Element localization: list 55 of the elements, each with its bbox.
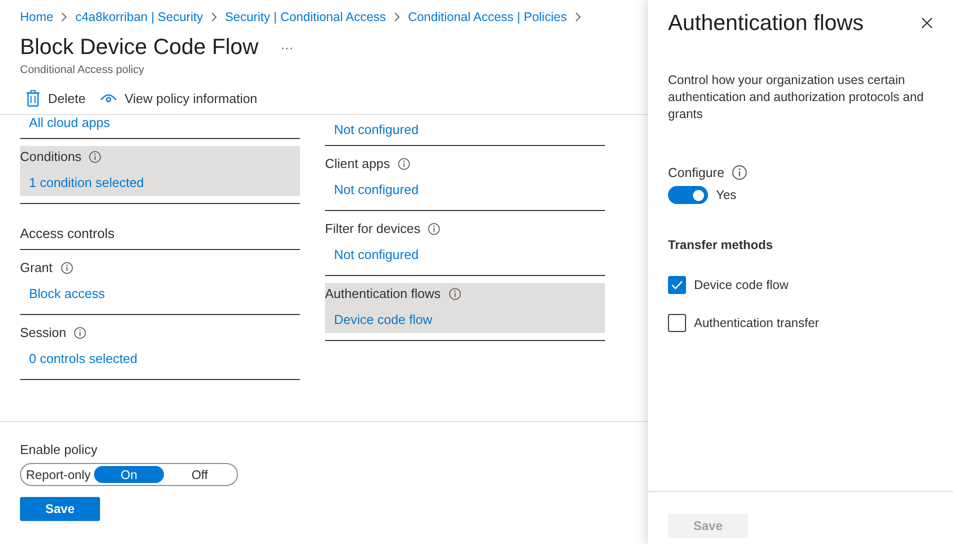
- section-title: Transfer methods: [668, 238, 774, 252]
- setting-label: Grant: [20, 260, 53, 275]
- breadcrumb-link[interactable]: Security | Conditional Access: [224, 10, 386, 24]
- section-heading: Access controls: [20, 226, 115, 241]
- checkmark-icon: [671, 280, 683, 290]
- chevron-icon: [59, 12, 70, 22]
- setting-link[interactable]: 1 condition selected: [29, 175, 144, 190]
- save-button[interactable]: Save: [20, 497, 100, 521]
- checkbox-label: Authentication transfer: [694, 316, 820, 330]
- toggle-switch[interactable]: [668, 186, 708, 204]
- setting-label: Client apps: [325, 156, 390, 171]
- setting-link[interactable]: Not configured: [334, 182, 419, 197]
- segment-option[interactable]: On: [94, 466, 164, 483]
- setting-label: Conditions: [20, 149, 82, 164]
- breadcrumb-link[interactable]: Conditional Access | Policies: [408, 10, 567, 24]
- breadcrumb-link[interactable]: Home: [20, 10, 54, 24]
- breadcrumb-link[interactable]: c4a8korriban | Security: [75, 10, 203, 24]
- page-subtitle: Conditional Access policy: [19, 63, 146, 76]
- setting-link[interactable]: Block access: [29, 286, 105, 301]
- view-button[interactable]: View policy information: [100, 90, 258, 107]
- close-icon: [919, 15, 935, 31]
- checkbox-label: Device code flow: [694, 278, 788, 292]
- more-button[interactable]: ···: [280, 40, 294, 54]
- trash-icon: [26, 90, 40, 107]
- chevron-icon: [392, 12, 402, 22]
- chevron-icon: [208, 12, 219, 22]
- segment-option[interactable]: Report-only: [23, 466, 94, 483]
- page-title: Block Device Code Flow: [20, 34, 258, 60]
- info-icon[interactable]: [732, 165, 748, 180]
- setting-link[interactable]: Device code flow: [334, 312, 432, 327]
- info-icon[interactable]: [89, 150, 102, 162]
- checkbox[interactable]: [668, 276, 686, 294]
- setting-label: Filter for devices: [325, 221, 420, 236]
- info-icon[interactable]: [60, 262, 73, 274]
- setting-label: Authentication flows: [325, 286, 441, 301]
- field-label: Enable policy: [20, 442, 98, 457]
- setting-label: Session: [20, 325, 66, 340]
- setting-link[interactable]: All cloud apps: [29, 115, 110, 130]
- info-icon[interactable]: [448, 288, 461, 300]
- checkbox[interactable]: [668, 314, 686, 332]
- chevron-icon: [572, 12, 583, 22]
- segment-option[interactable]: Off: [164, 466, 236, 483]
- setting-link[interactable]: Not configured: [334, 247, 419, 262]
- info-icon[interactable]: [74, 326, 86, 338]
- eye-icon: [100, 93, 117, 104]
- delete-button[interactable]: Delete: [26, 90, 86, 107]
- panel-title: Authentication flows: [668, 10, 864, 36]
- close-button[interactable]: [919, 15, 935, 31]
- setting-link[interactable]: 0 controls selected: [29, 351, 138, 366]
- toggle-label: Yes: [716, 188, 736, 202]
- field-label: Configure: [668, 165, 724, 180]
- panel-description: Control how your organization uses certain authentication and authorization protocols and grants: [668, 72, 925, 123]
- setting-link[interactable]: Not configured: [334, 122, 419, 137]
- info-icon[interactable]: [428, 222, 440, 234]
- info-icon[interactable]: [398, 158, 410, 170]
